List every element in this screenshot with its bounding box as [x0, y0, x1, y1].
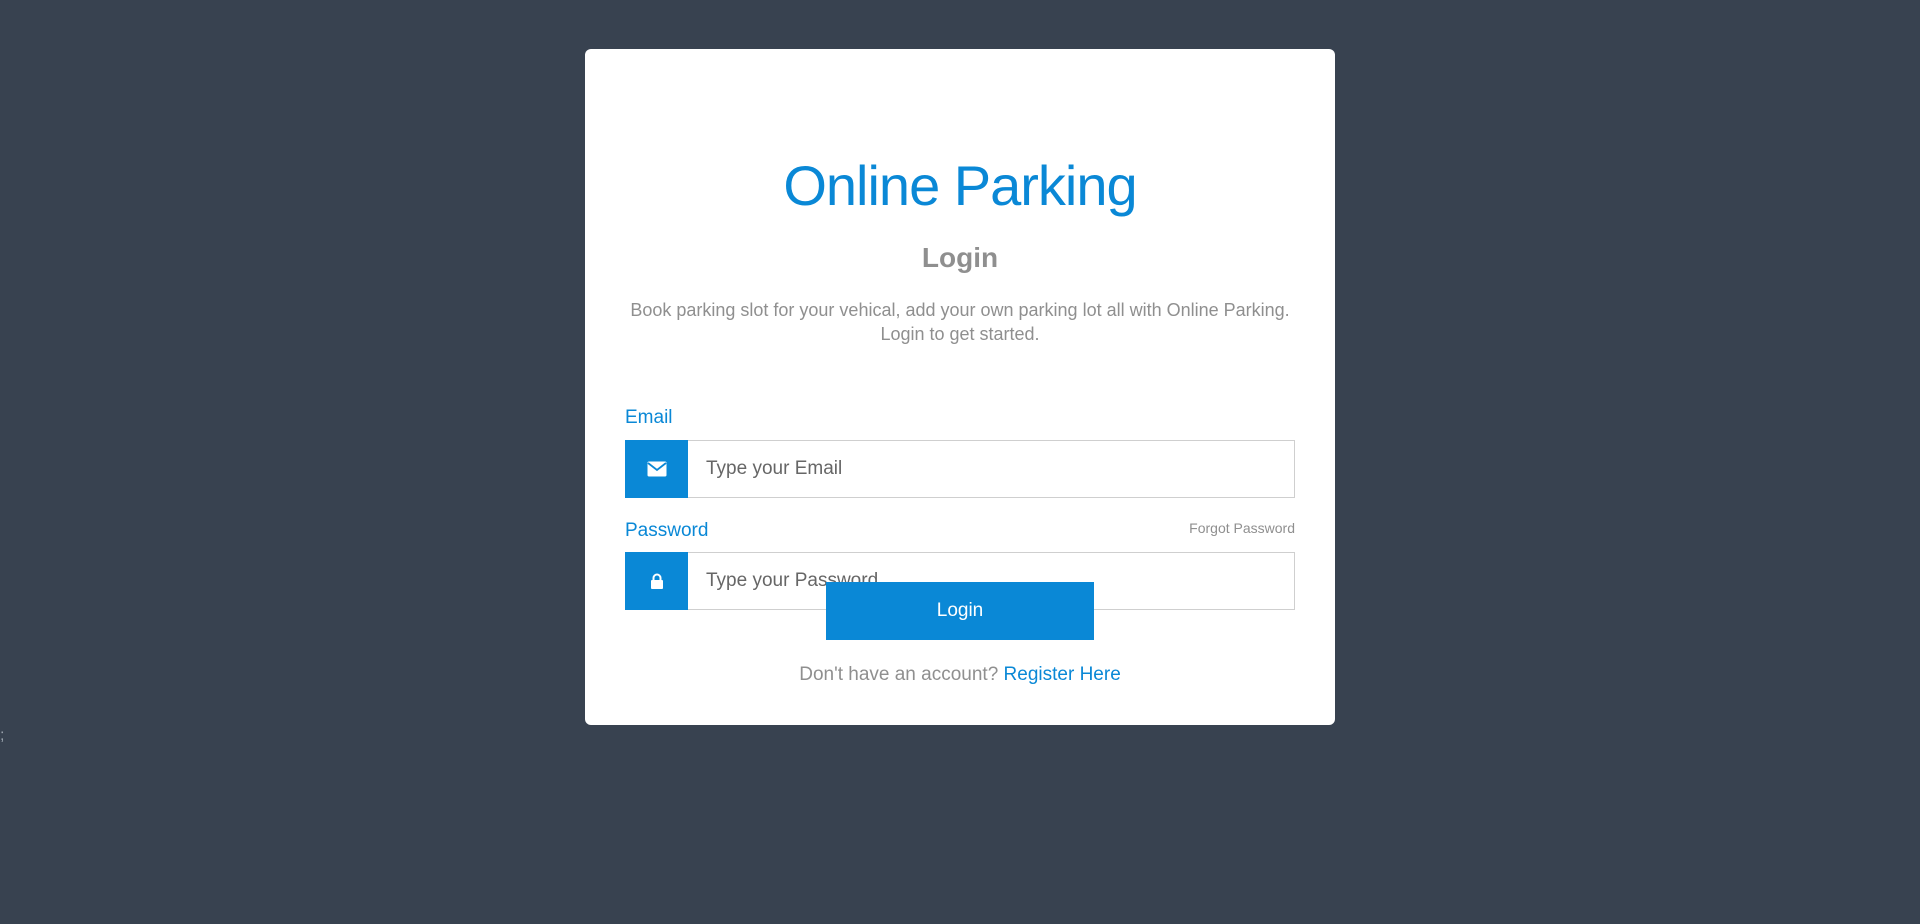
login-card: Online Parking Login Book parking slot f…: [585, 49, 1335, 725]
register-prompt: Don't have an account? Register Here: [585, 663, 1335, 687]
password-label: Password: [625, 520, 709, 541]
page-subtitle: Login: [921, 242, 999, 273]
register-link[interactable]: Register Here: [1004, 664, 1121, 685]
login-button[interactable]: Login: [826, 582, 1094, 640]
forgot-password-link[interactable]: Forgot Password: [1189, 519, 1295, 537]
stray-text: ;: [0, 727, 5, 744]
email-input-group: [625, 440, 1295, 498]
page-description: Book parking slot for your vehical, add …: [630, 300, 1290, 344]
lock-icon: [625, 552, 688, 610]
envelope-icon: [625, 440, 688, 498]
register-prompt-text: Don't have an account?: [799, 664, 999, 685]
email-field[interactable]: [688, 440, 1295, 498]
brand-title: Online Parking: [783, 154, 1137, 217]
email-label: Email: [625, 407, 673, 428]
